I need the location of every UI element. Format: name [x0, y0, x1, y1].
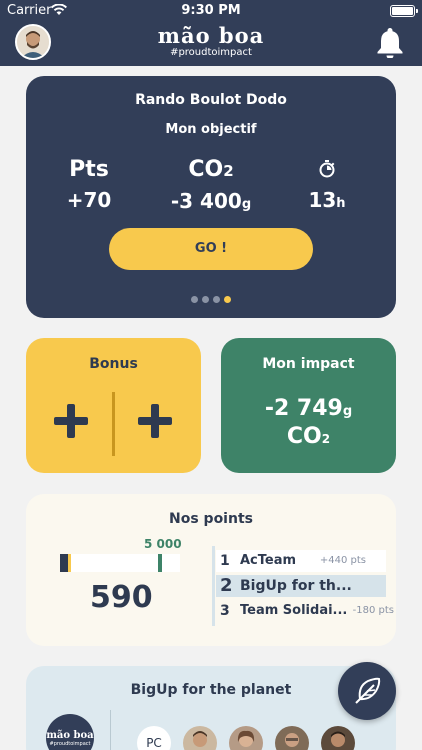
page-dot[interactable] [213, 296, 220, 303]
co2-label: CO2 [188, 157, 234, 182]
team-name: AcTeam [240, 553, 297, 568]
team-name: BigUp for th... [240, 578, 352, 594]
ranking-row[interactable]: 1 AcTeam +440 pts [216, 550, 386, 572]
page-dot[interactable] [191, 296, 198, 303]
brand-tagline: #proudtoimpact [170, 47, 252, 58]
app-header: Carrier 9:30 PM mão boa #proudtoimpact [0, 0, 422, 66]
rank-number: 1 [220, 553, 230, 569]
impact-card[interactable]: Mon impact -2 749g CO2 [221, 338, 396, 473]
page-dot-active[interactable] [224, 296, 231, 303]
team-divider [110, 710, 111, 750]
add-bonus-icon[interactable] [138, 404, 172, 438]
member-avatar[interactable] [275, 726, 309, 750]
team-logo-brand: mão boa [46, 730, 94, 741]
brand-name: mão boa [157, 23, 265, 48]
member-avatar[interactable] [321, 726, 355, 750]
points-title: Nos points [169, 511, 253, 527]
bell-icon[interactable] [376, 26, 404, 62]
team-name: Team Solidai... [240, 603, 348, 618]
target-marker [158, 554, 162, 572]
page-indicator[interactable] [26, 288, 396, 307]
progress-fill [68, 554, 71, 572]
impact-co2-label: CO2 [286, 424, 331, 449]
progress-start [60, 554, 68, 572]
duration-value: 13h [308, 188, 346, 212]
ranking-row-current[interactable]: 2 BigUp for th... [216, 575, 386, 597]
duration-stat: 13h [292, 156, 362, 218]
rank-number: 2 [220, 575, 233, 596]
bonus-card[interactable]: Bonus [26, 338, 201, 473]
rank-number: 3 [220, 603, 230, 619]
points-target: 5 000 [144, 537, 182, 551]
bonus-title: Bonus [89, 356, 138, 372]
ranking-divider [212, 546, 215, 626]
post-fab-button[interactable] [338, 662, 396, 720]
points-diff: -180 pts [352, 605, 394, 616]
points-diff: +440 pts [319, 555, 366, 566]
ranking-row[interactable]: 3 Team Solidai... -180 pts [216, 600, 394, 622]
points-card[interactable]: Nos points 5 000 590 1 AcTeam +440 pts 2… [26, 494, 396, 646]
objective-subtitle: Mon objectif [165, 122, 257, 137]
activity-title: Rando Boulot Dodo [135, 92, 287, 108]
team-score: 590 [90, 580, 153, 615]
bonus-divider [112, 392, 115, 456]
member-avatar[interactable]: PC [137, 726, 171, 750]
points-label: Pts [69, 157, 109, 182]
points-stat: Pts +70 [54, 156, 124, 214]
status-bar: Carrier 9:30 PM [0, 0, 422, 22]
battery-icon [390, 5, 418, 17]
page-dot[interactable] [202, 296, 209, 303]
status-time: 9:30 PM [181, 3, 241, 18]
impact-value: -2 749g [264, 396, 353, 421]
member-avatar[interactable] [183, 726, 217, 750]
points-value: +70 [66, 188, 112, 212]
stopwatch-icon [292, 156, 362, 184]
team-logo: mão boa #proudtoimpact [46, 714, 94, 750]
app-logo: mão boa #proudtoimpact [0, 24, 422, 59]
points-progress-bar [60, 554, 180, 572]
add-bonus-icon[interactable] [54, 404, 88, 438]
go-button[interactable]: GO ! [109, 228, 313, 270]
objective-card[interactable]: Rando Boulot Dodo Mon objectif Pts +70 C… [26, 76, 396, 318]
member-avatar[interactable] [229, 726, 263, 750]
team-logo-tag: #proudtoimpact [49, 741, 91, 747]
co2-value: -3 400g [170, 189, 252, 213]
impact-title: Mon impact [262, 356, 355, 372]
co2-stat: CO2 -3 400g [156, 156, 266, 219]
